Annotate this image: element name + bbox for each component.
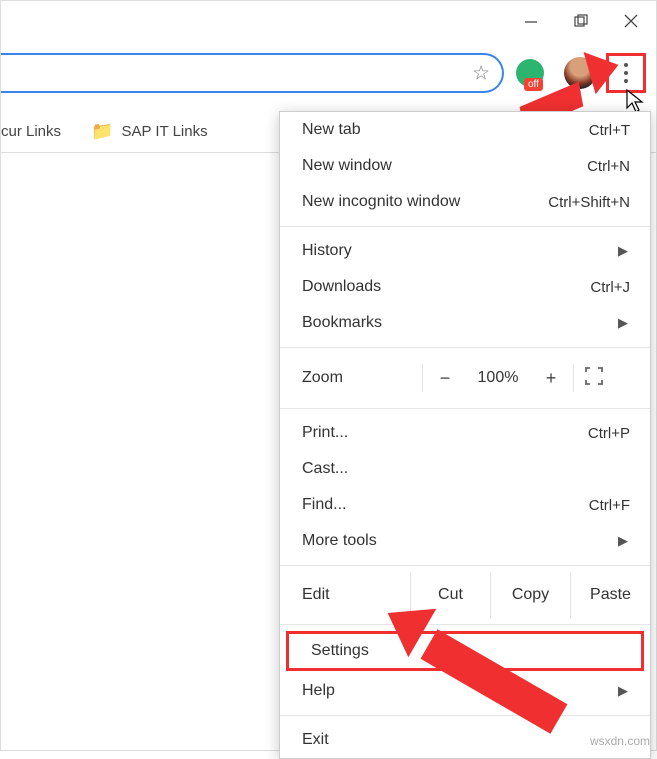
minimize-button[interactable] <box>506 1 556 41</box>
chevron-right-icon: ▶ <box>618 533 630 549</box>
settings-label: Settings <box>311 642 369 660</box>
menu-history[interactable]: History ▶ <box>280 233 650 269</box>
fullscreen-icon <box>585 367 603 385</box>
chevron-right-icon: ▶ <box>618 683 630 699</box>
menu-new-window[interactable]: New window Ctrl+N <box>280 148 650 184</box>
menu-bookmarks[interactable]: Bookmarks ▶ <box>280 305 650 341</box>
cut-button[interactable]: Cut <box>410 572 490 618</box>
kebab-icon <box>624 63 628 83</box>
zoom-in-button[interactable]: + <box>529 368 573 389</box>
bookmark-link-1[interactable]: cur Links <box>1 123 61 140</box>
address-bar[interactable]: ☆ <box>1 53 504 93</box>
paste-button[interactable]: Paste <box>570 572 650 618</box>
zoom-value: 100% <box>467 369 529 387</box>
zoom-out-button[interactable]: − <box>423 368 467 389</box>
edit-label: Edit <box>302 572 410 618</box>
menu-zoom-row: Zoom − 100% + <box>280 354 650 402</box>
menu-print[interactable]: Print... Ctrl+P <box>280 415 650 451</box>
menu-separator <box>280 226 650 227</box>
bookmark-label: SAP IT Links <box>121 123 207 140</box>
copy-button[interactable]: Copy <box>490 572 570 618</box>
chevron-right-icon: ▶ <box>618 315 630 331</box>
menu-separator <box>280 408 650 409</box>
chevron-right-icon: ▶ <box>618 243 630 259</box>
menu-new-tab[interactable]: New tab Ctrl+T <box>280 112 650 148</box>
zoom-label: Zoom <box>302 369 422 387</box>
watermark: wsxdn.com <box>590 734 650 748</box>
menu-help[interactable]: Help ▶ <box>280 673 650 709</box>
menu-settings[interactable]: Settings <box>286 631 644 671</box>
bookmark-link-2[interactable]: 📁 SAP IT Links <box>91 121 208 142</box>
menu-new-incognito[interactable]: New incognito window Ctrl+Shift+N <box>280 184 650 220</box>
menu-separator <box>280 565 650 566</box>
menu-edit-row: Edit Cut Copy Paste <box>280 572 650 618</box>
star-icon[interactable]: ☆ <box>472 61 490 86</box>
maximize-button[interactable] <box>556 1 606 41</box>
folder-icon: 📁 <box>91 121 113 142</box>
menu-cast[interactable]: Cast... <box>280 451 650 487</box>
fullscreen-button[interactable] <box>574 367 614 390</box>
menu-separator <box>280 347 650 348</box>
close-button[interactable] <box>606 1 656 41</box>
menu-separator <box>280 715 650 716</box>
chrome-dropdown-menu: New tab Ctrl+T New window Ctrl+N New inc… <box>279 111 651 759</box>
menu-downloads[interactable]: Downloads Ctrl+J <box>280 269 650 305</box>
menu-more-tools[interactable]: More tools ▶ <box>280 523 650 559</box>
window-controls <box>506 1 656 41</box>
annotation-arrow-top <box>521 71 611 89</box>
bookmark-label: cur Links <box>1 123 61 140</box>
menu-separator <box>280 624 650 625</box>
menu-find[interactable]: Find... Ctrl+F <box>280 487 650 523</box>
